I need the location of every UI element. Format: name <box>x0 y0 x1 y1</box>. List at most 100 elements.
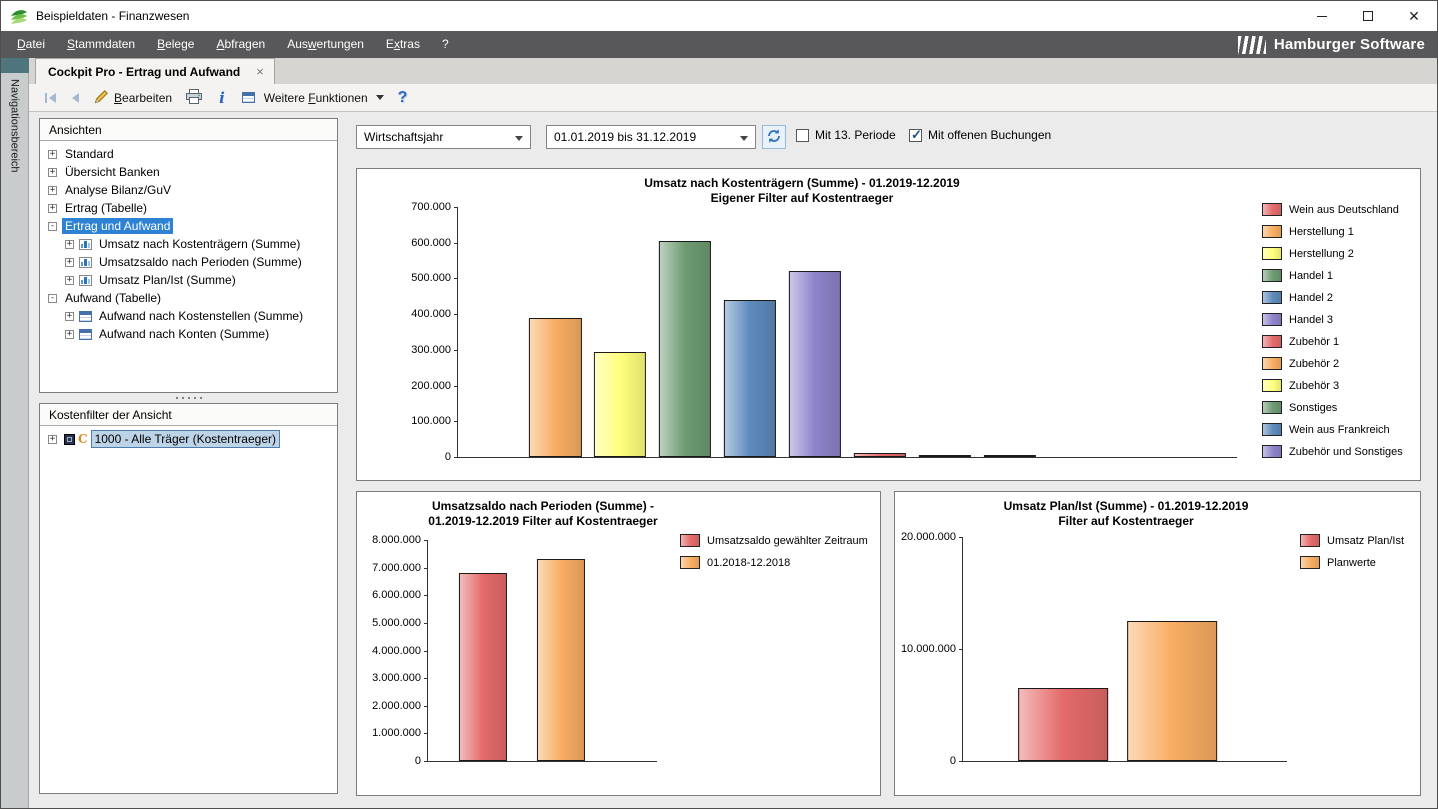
kostenfilter-header: Kostenfilter der Ansicht <box>40 404 337 426</box>
checkbox-box[interactable] <box>796 128 809 142</box>
period-type-select[interactable]: Wirtschaftsjahr <box>356 125 531 149</box>
chevron-down-icon <box>740 136 748 141</box>
legend-label: Wein aus Deutschland <box>1289 203 1399 216</box>
more-functions-button[interactable]: Weitere Funktionen <box>237 87 389 109</box>
tree-item-label[interactable]: Ertrag (Tabelle) <box>62 200 150 216</box>
nav-back-icon <box>71 92 80 103</box>
legend-item-umsatz-plan-ist: Umsatz Plan/Ist <box>1300 534 1404 547</box>
tree-item-label[interactable]: Aufwand nach Konten (Summe) <box>96 326 272 342</box>
pencil-icon <box>94 89 109 107</box>
tree-item-label[interactable]: Analyse Bilanz/GuV <box>62 182 174 198</box>
menu-item-help[interactable]: ? <box>431 31 460 58</box>
tree-item-label[interactable]: Übersicht Banken <box>62 164 163 180</box>
tree-item-label[interactable]: Umsatzsaldo nach Perioden (Summe) <box>96 254 305 270</box>
tree-item-label[interactable]: Standard <box>62 146 117 162</box>
kostenfilter-item[interactable]: + C 1000 - Alle Träger (Kostentraeger) <box>40 430 337 448</box>
checkbox-mit-offenen-buchungen[interactable]: Mit offenen Buchungen <box>909 127 1052 143</box>
checkbox-box[interactable] <box>909 127 922 143</box>
legend-item-zubehör-2: Zubehör 2 <box>1262 357 1403 370</box>
period-range-select[interactable]: 01.01.2019 bis 31.12.2019 <box>546 125 756 149</box>
menu-item-abfragen[interactable]: Abfragen <box>205 31 276 58</box>
legend-item-wein-aus-deutschland: Wein aus Deutschland <box>1262 203 1403 216</box>
tree-toggle[interactable]: + <box>48 434 57 444</box>
tree-item-aufwand-tabelle[interactable]: - Aufwand (Tabelle) <box>40 289 337 307</box>
bar-handel-3 <box>788 271 842 457</box>
chevron-down-icon <box>515 136 523 141</box>
chart-legend: Umsatz Plan/Ist Planwerte <box>1300 534 1404 578</box>
maximize-icon <box>1363 11 1373 21</box>
tree-item-umsatz-plan-ist-summe[interactable]: + Umsatz Plan/Ist (Summe) <box>40 271 337 289</box>
maximize-button[interactable] <box>1345 1 1391 31</box>
legend-label: Handel 2 <box>1289 291 1334 304</box>
tree-toggle[interactable]: + <box>48 203 57 213</box>
legend-label: Wein aus Frankreich <box>1289 423 1390 436</box>
tree-toggle[interactable]: + <box>65 329 74 339</box>
menu-item-stammdaten[interactable]: Stammdaten <box>56 31 146 58</box>
tree-toggle[interactable]: + <box>48 185 57 195</box>
menu-item-auswertungen[interactable]: Auswertungen <box>276 31 375 58</box>
tree-toggle[interactable]: + <box>48 167 57 177</box>
checkbox-mit-13-periode[interactable]: Mit 13. Periode <box>796 128 896 142</box>
chart-plot: 0 10.000.000 20.000.000 <box>901 531 1287 767</box>
tree-toggle[interactable]: + <box>65 275 74 285</box>
filter-checkbox-icon[interactable] <box>64 433 75 445</box>
bar-zubehör-3 <box>983 454 1036 457</box>
bar-herstellung-1 <box>529 317 582 457</box>
tree-item-ertrag-tabelle[interactable]: + Ertrag (Tabelle) <box>40 199 337 217</box>
tree-item-label[interactable]: Aufwand (Tabelle) <box>62 290 164 306</box>
nav-strip-label: Navigationsbereich <box>8 79 21 173</box>
legend-item-zubehör-1: Zubehör 1 <box>1262 335 1403 348</box>
tree-item-übersicht-banken[interactable]: + Übersicht Banken <box>40 163 337 181</box>
nav-strip-handle[interactable] <box>1 58 29 73</box>
legend-item-herstellung-2: Herstellung 2 <box>1262 247 1403 260</box>
panel-splitter[interactable] <box>39 393 338 403</box>
minimize-button[interactable] <box>1299 1 1345 31</box>
info-button[interactable]: i <box>211 87 233 109</box>
checkbox-label: Mit offenen Buchungen <box>928 128 1052 142</box>
tree-item-aufwand-nach-konten-summe[interactable]: + Aufwand nach Konten (Summe) <box>40 325 337 343</box>
checkbox-label: Mit 13. Periode <box>815 128 896 142</box>
tree-toggle[interactable]: - <box>48 293 57 303</box>
bar-chart-icon <box>79 238 92 250</box>
tree-toggle[interactable]: + <box>65 311 74 321</box>
y-axis-tick-label: 200.000 <box>411 379 451 392</box>
chart-umsatz-nach-kostentraegern: Umsatz nach Kostenträgern (Summe) - 01.2… <box>356 168 1421 481</box>
nav-first-button[interactable] <box>39 87 62 109</box>
tab-cockpit-pro[interactable]: Cockpit Pro - Ertrag und Aufwand × <box>35 58 275 84</box>
tree-item-label[interactable]: Ertrag und Aufwand <box>62 218 174 234</box>
edit-button[interactable]: Bearbeiten <box>89 87 177 109</box>
chart-legend: Umsatzsaldo gewählter Zeitraum 01.2018-12… <box>680 534 868 578</box>
legend-label: Planwerte <box>1327 556 1376 569</box>
tree-item-umsatz-nach-kostenträgern-summe[interactable]: + Umsatz nach Kostenträgern (Summe) <box>40 235 337 253</box>
tree-item-label[interactable]: Umsatz nach Kostenträgern (Summe) <box>96 236 303 252</box>
bar-chart-icon <box>79 274 92 286</box>
kostenfilter-item-label[interactable]: 1000 - Alle Träger (Kostentraeger) <box>90 430 281 448</box>
menu-item-belege[interactable]: Belege <box>146 31 205 58</box>
legend-swatch <box>1262 203 1282 216</box>
nav-back-button[interactable] <box>66 87 85 109</box>
tree-item-ertrag-und-aufwand[interactable]: - Ertrag und Aufwand <box>40 217 337 235</box>
tree-toggle[interactable]: + <box>65 239 74 249</box>
tree-item-label[interactable]: Umsatz Plan/Ist (Summe) <box>96 272 239 288</box>
help-button[interactable]: ? <box>393 87 413 109</box>
tree-item-umsatzsaldo-nach-perioden-summe[interactable]: + Umsatzsaldo nach Perioden (Summe) <box>40 253 337 271</box>
tree-item-standard[interactable]: + Standard <box>40 145 337 163</box>
close-button[interactable]: ✕ <box>1391 1 1437 31</box>
bar-chart-icon <box>79 256 92 268</box>
tree-toggle[interactable]: + <box>48 149 57 159</box>
print-button[interactable] <box>181 87 207 109</box>
legend-swatch <box>1262 313 1282 326</box>
tree-item-aufwand-nach-kostenstellen-summe[interactable]: + Aufwand nach Kostenstellen (Summe) <box>40 307 337 325</box>
legend-item-handel-2: Handel 2 <box>1262 291 1403 304</box>
info-icon: i <box>219 88 225 107</box>
bar-zubehör-2 <box>918 455 971 457</box>
tree-toggle[interactable]: + <box>65 257 74 267</box>
tree-toggle[interactable]: - <box>48 221 57 231</box>
menu-item-datei[interactable]: Datei <box>6 31 56 58</box>
tab-close-icon[interactable]: × <box>256 64 264 79</box>
menu-item-extras[interactable]: Extras <box>375 31 431 58</box>
tree-item-analyse-bilanz-guv[interactable]: + Analyse Bilanz/GuV <box>40 181 337 199</box>
refresh-button[interactable] <box>762 125 786 149</box>
legend-item-umsatzsaldo-gewählter-zeitraum: Umsatzsaldo gewählter Zeitraum <box>680 534 868 547</box>
tree-item-label[interactable]: Aufwand nach Kostenstellen (Summe) <box>96 308 306 324</box>
